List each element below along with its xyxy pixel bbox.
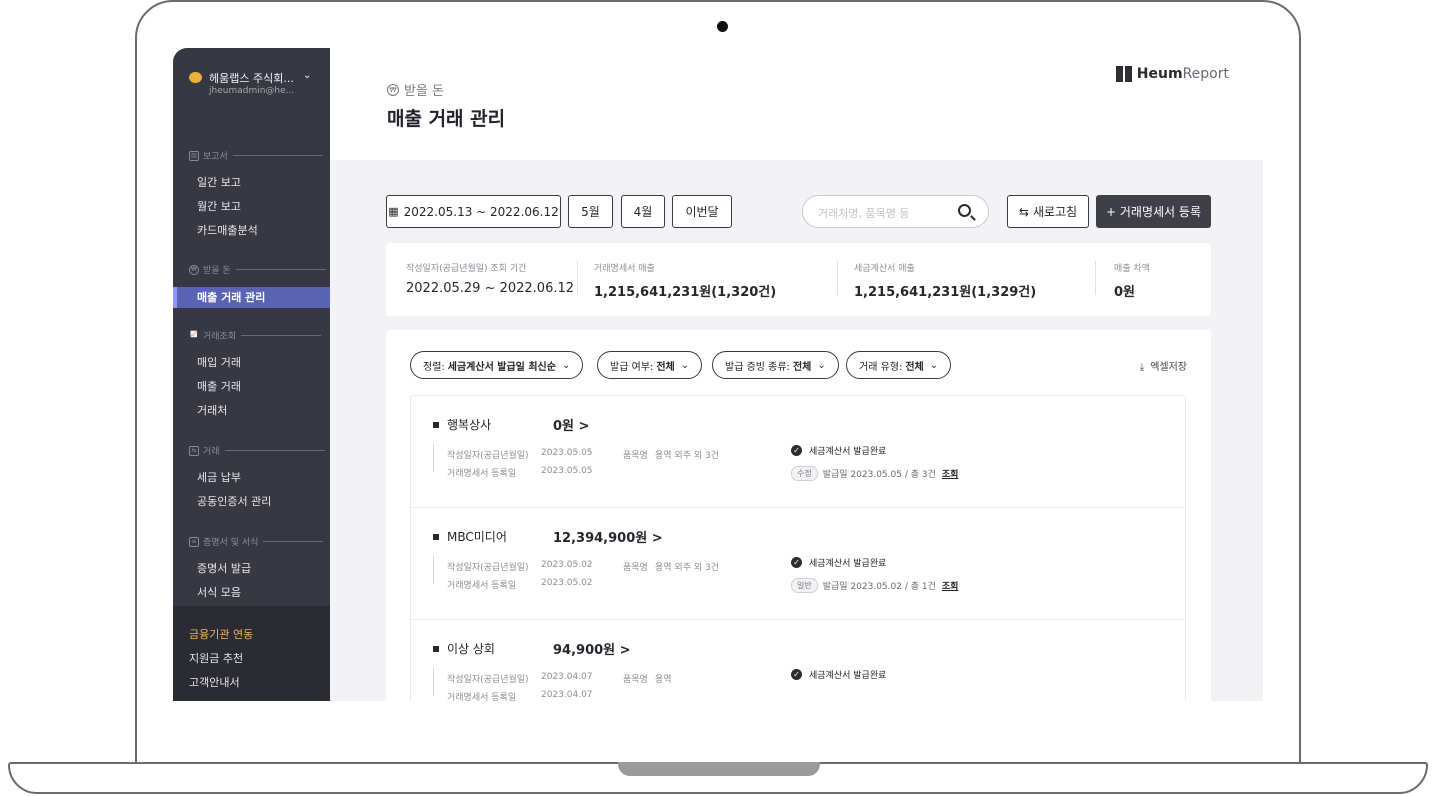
type-tag: 일반: [791, 578, 818, 593]
company-name: 헤움랩스 주식회...: [209, 72, 294, 85]
view-link[interactable]: 조회: [942, 579, 959, 592]
download-icon: ⤓: [1139, 362, 1145, 373]
brand-mark-icon: [1115, 66, 1132, 82]
excel-export-button[interactable]: ⤓ 엑셀저장: [1140, 358, 1187, 373]
summary-difference: 매출 차액 0원: [1114, 264, 1150, 300]
client-name: 행복상사: [433, 416, 491, 433]
calendar-icon: ▦: [388, 205, 399, 218]
sidebar-item-certificate[interactable]: 공동인증서 관리: [197, 493, 271, 509]
sidebar-item-daily-report[interactable]: 일간 보고: [197, 174, 241, 190]
section-receivables: ₩ 받을 돈: [189, 263, 326, 276]
sidebar: 헤움랩스 주식회... ⌄ jheumadmin@he... ▥ 보고서 일간 …: [173, 48, 330, 701]
sidebar-item-monthly-report[interactable]: 월간 보고: [197, 198, 241, 214]
page-title: 매출 거래 관리: [387, 108, 506, 130]
transaction-list-panel: 정렬: 세금계산서 발급일 최신순 ⌄ 발급 여부: 전체 ⌄ 발급 증빙 종류: 전체 ⌄…: [386, 330, 1211, 701]
brand-logo: Heum Report: [1115, 66, 1229, 82]
may-button[interactable]: 5월: [568, 195, 613, 228]
chevron-down-icon: ⌄: [561, 359, 571, 371]
sidebar-item-grant[interactable]: 지원금 추천: [189, 650, 243, 666]
list-item[interactable]: 이상 상회 94,900원 > 작성일자(공급년월일) 2023.04.07 품…: [411, 620, 1185, 701]
sort-dropdown[interactable]: 정렬: 세금계산서 발급일 최신순 ⌄: [410, 351, 584, 379]
coin-icon: ₩: [189, 264, 199, 275]
amount-link[interactable]: 12,394,900원 >: [553, 527, 663, 546]
issue-info: 수정 발급일 2023.05.05 / 총 3건 조회: [791, 466, 958, 481]
report-icon: ▥: [189, 150, 199, 161]
this-month-button[interactable]: 이번달: [672, 195, 732, 228]
status-badge: ✓ 세금계산서 발급완료: [791, 668, 886, 681]
register-statement-button[interactable]: + 거래명세서 등록: [1096, 195, 1211, 228]
sidebar-item-card-analysis[interactable]: 카드매출분석: [197, 222, 258, 238]
type-tag: 수정: [791, 466, 818, 481]
sidebar-item-guide[interactable]: 고객안내서: [189, 674, 240, 690]
document-icon: ≡: [189, 536, 199, 547]
amount-link[interactable]: 0원 >: [553, 415, 589, 434]
divider: [837, 261, 838, 295]
summary-card: 작성일자(공급년월일) 조회 기간 2022.05.29 ~ 2022.06.1…: [386, 243, 1211, 316]
list-item[interactable]: 행복상사 0원 > 작성일자(공급년월일) 2023.05.05 품목명 용역 …: [411, 396, 1185, 508]
section-documents: ≡ 증명서 및 서식: [189, 535, 324, 548]
company-logo-icon: [189, 72, 202, 83]
breadcrumb: ₩ 받을 돈: [387, 80, 444, 99]
amount-link[interactable]: 94,900원 >: [553, 639, 631, 658]
coin-icon: ₩: [387, 83, 399, 96]
exchange-icon: ⇆: [189, 445, 199, 456]
search-icon[interactable]: [958, 204, 971, 217]
view-link[interactable]: 조회: [942, 467, 959, 480]
app-screen: 헤움랩스 주식회... ⌄ jheumadmin@he... ▥ 보고서 일간 …: [173, 48, 1263, 701]
check-circle-icon: ✓: [791, 669, 802, 680]
chevron-down-icon: ⌄: [303, 70, 312, 81]
sidebar-item-purchase[interactable]: 매입 거래: [197, 354, 241, 370]
search-input[interactable]: 거래처명, 품목명 등: [818, 205, 909, 221]
sidebar-item-forms[interactable]: 서식 모음: [197, 584, 241, 600]
sidebar-item-bank-link[interactable]: 금융기관 연동: [189, 626, 253, 642]
proof-type-dropdown[interactable]: 발급 증빙 종류: 전체 ⌄: [712, 351, 839, 379]
search-field[interactable]: 거래처명, 품목명 등: [802, 195, 989, 228]
issue-status-dropdown[interactable]: 발급 여부: 전체 ⌄: [597, 351, 703, 379]
section-transaction-lookup: 📈 거래조회: [189, 329, 322, 342]
issue-info: 일반 발급일 2023.05.02 / 총 1건 조회: [791, 578, 958, 593]
section-report: ▥ 보고서: [189, 149, 323, 162]
refresh-button[interactable]: ⇆ 새로고침: [1007, 195, 1089, 228]
chevron-down-icon: ⌄: [817, 359, 826, 371]
page-header: ₩ 받을 돈 매출 거래 관리 Heum Report: [330, 48, 1263, 160]
sidebar-item-sales-management[interactable]: 매출 거래 관리: [173, 287, 330, 308]
laptop-notch: [618, 762, 820, 776]
list-item[interactable]: MBC미디어 12,394,900원 > 작성일자(공급년월일) 2023.05…: [411, 508, 1185, 620]
divider: [1095, 261, 1096, 295]
company-email: jheumadmin@he...: [209, 86, 295, 96]
section-transaction: ⇆ 거래: [189, 444, 325, 457]
toolbar: ▦ 2022.05.13 ~ 2022.06.12 5월 4월 이번달 거래처명…: [386, 195, 1211, 229]
summary-period: 작성일자(공급년월일) 조회 기간 2022.05.29 ~ 2022.06.1…: [406, 264, 575, 296]
chevron-down-icon: ⌄: [929, 359, 939, 371]
summary-statement-sales: 거래명세서 매출 1,215,641,231원(1,320건): [594, 264, 777, 300]
sidebar-item-sales[interactable]: 매출 거래: [197, 378, 241, 394]
client-name: MBC미디어: [433, 528, 507, 545]
date-range-picker[interactable]: ▦ 2022.05.13 ~ 2022.06.12: [386, 195, 561, 228]
transaction-rows: 행복상사 0원 > 작성일자(공급년월일) 2023.05.05 품목명 용역 …: [410, 395, 1186, 701]
status-badge: ✓ 세금계산서 발급완료: [791, 556, 886, 569]
sidebar-bottom: 금융기관 연동 지원금 추천 고객안내서: [173, 606, 330, 701]
divider: [577, 261, 578, 295]
camera-dot: [717, 21, 728, 32]
summary-tax-sales: 세금계산서 매출 1,215,641,231원(1,329건): [854, 264, 1037, 300]
chevron-down-icon: ⌄: [680, 359, 690, 371]
status-badge: ✓ 세금계산서 발급완료: [791, 444, 886, 457]
check-circle-icon: ✓: [791, 557, 802, 568]
client-name: 이상 상회: [433, 640, 495, 657]
april-button[interactable]: 4월: [621, 195, 665, 228]
chart-icon: 📈: [190, 330, 198, 338]
sidebar-item-tax-payment[interactable]: 세금 납부: [197, 469, 241, 485]
check-circle-icon: ✓: [791, 445, 802, 456]
sidebar-item-issue-cert[interactable]: 증명서 발급: [197, 560, 251, 576]
refresh-icon: ⇆: [1018, 204, 1029, 219]
transaction-type-dropdown[interactable]: 거래 유형: 전체 ⌄: [846, 351, 952, 379]
sidebar-item-clients[interactable]: 거래처: [197, 402, 227, 418]
